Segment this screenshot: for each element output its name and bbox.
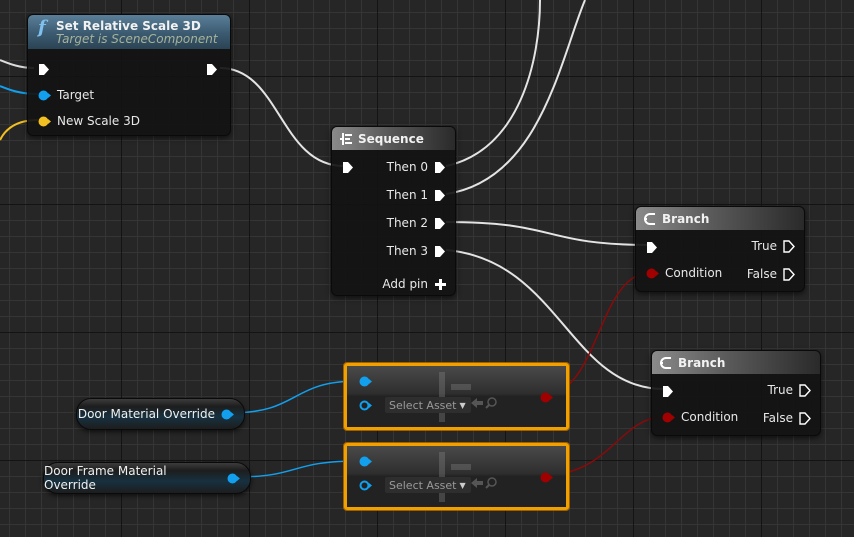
condition-pin[interactable]: Condition [646, 264, 722, 282]
node-title: Branch [678, 355, 726, 370]
exec-pin-outline-icon [783, 239, 795, 253]
pin-label: Target [57, 88, 95, 102]
asset-compare-node-2[interactable]: Select Asset ▼ [344, 443, 569, 510]
select-asset-label: Select Asset [389, 398, 457, 412]
exec-wire-then2 [445, 221, 653, 246]
bool-pin-icon[interactable] [540, 472, 553, 483]
function-icon: f [38, 17, 46, 38]
pin-label: Then 3 [386, 244, 428, 258]
node-header: Branch [652, 351, 820, 374]
exec-pin-icon [663, 385, 673, 397]
add-pin-button[interactable]: Add pin [382, 275, 446, 293]
plus-icon [435, 278, 446, 290]
node-title: Set Relative Scale 3D [56, 18, 201, 33]
exec-in-pin[interactable] [342, 158, 354, 176]
exec-pin-outline-icon [799, 383, 811, 397]
exec-in-pin[interactable] [646, 238, 658, 256]
add-pin-label: Add pin [382, 277, 428, 291]
select-asset-dropdown[interactable]: Select Asset ▼ [385, 397, 471, 413]
exec-pin-outline-icon [799, 411, 811, 425]
browse-search-icon[interactable] [485, 477, 497, 489]
use-selected-arrow-icon[interactable] [471, 397, 483, 409]
pin-label: True [767, 383, 794, 397]
object-pin-icon [38, 90, 51, 100]
node-header: f Set Relative Scale 3D Target is SceneC… [28, 15, 230, 49]
exec-in-pin[interactable] [662, 382, 674, 400]
branch-node-1[interactable]: Branch True Condition False [635, 206, 805, 292]
then-3-pin[interactable]: Then 3 [387, 242, 446, 260]
chevron-down-icon: ▼ [459, 400, 466, 410]
node-subtitle: Target is SceneComponent [56, 31, 218, 46]
exec-pin-icon [39, 63, 49, 75]
exec-pin-icon [647, 241, 657, 253]
pin-label: Then 1 [386, 188, 428, 202]
exec-pin-icon [343, 161, 353, 173]
exec-pin-outline-icon [783, 267, 795, 281]
vector-pin-icon [38, 116, 51, 126]
node-header: Branch [636, 207, 804, 230]
bool-pin-icon [662, 412, 675, 422]
branch-node-2[interactable]: Branch True Condition False [651, 350, 821, 436]
object-pin-icon[interactable] [359, 376, 372, 387]
true-pin[interactable]: True [768, 381, 812, 399]
false-pin[interactable]: False [763, 409, 811, 427]
pin-label: False [762, 411, 793, 425]
exec-pin-icon [435, 217, 445, 229]
node-title: Branch [662, 211, 710, 226]
sequence-icon [340, 132, 352, 145]
node-title: Sequence [358, 131, 424, 146]
node-header: Sequence [332, 127, 455, 150]
object-pin-icon[interactable] [221, 409, 234, 420]
object-pin-icon[interactable] [359, 456, 372, 467]
then-2-pin[interactable]: Then 2 [387, 214, 446, 232]
exec-in-pin[interactable] [38, 60, 50, 78]
pin-label: Condition [665, 266, 723, 280]
set-relative-scale-node[interactable]: f Set Relative Scale 3D Target is SceneC… [27, 14, 231, 136]
exec-pin-icon [435, 161, 445, 173]
object-pin-empty-icon[interactable] [359, 480, 372, 491]
exec-wire-then1 [445, 0, 586, 195]
new-scale-pin[interactable]: New Scale 3D [38, 112, 140, 130]
chevron-down-icon: ▼ [459, 480, 466, 490]
pin-label: New Scale 3D [57, 114, 140, 128]
then-0-pin[interactable]: Then 0 [387, 158, 446, 176]
target-pin[interactable]: Target [38, 86, 94, 104]
exec-pin-icon [435, 245, 445, 257]
then-1-pin[interactable]: Then 1 [387, 186, 446, 204]
exec-wire-scale-to-sequence [219, 67, 345, 167]
variable-label: Door Material Override [77, 407, 215, 421]
door-frame-material-override-variable[interactable]: Door Frame Material Override [43, 462, 251, 494]
asset-compare-node-1[interactable]: Select Asset ▼ [344, 363, 569, 430]
object-wire-1 [229, 380, 359, 414]
select-asset-label: Select Asset [389, 478, 457, 492]
true-pin[interactable]: True [752, 237, 796, 255]
condition-pin[interactable]: Condition [662, 408, 738, 426]
sequence-node[interactable]: Sequence Then 0 Then 1 Then 2 Then 3 Add… [331, 126, 456, 296]
branch-icon [660, 356, 671, 369]
variable-label: Door Frame Material Override [44, 464, 167, 492]
bool-pin-icon [646, 268, 659, 278]
select-asset-dropdown[interactable]: Select Asset ▼ [385, 477, 471, 493]
use-selected-arrow-icon[interactable] [471, 477, 483, 489]
pin-label: False [746, 267, 777, 281]
exec-pin-icon [435, 189, 445, 201]
pin-label: True [751, 239, 778, 253]
exec-pin-icon [207, 63, 217, 75]
browse-search-icon[interactable] [485, 397, 497, 409]
object-pin-empty-icon[interactable] [359, 400, 372, 411]
pin-label: Then 2 [386, 216, 428, 230]
door-material-override-variable[interactable]: Door Material Override [76, 398, 245, 430]
pin-label: Condition [681, 410, 739, 424]
branch-icon [644, 212, 655, 225]
bool-pin-icon[interactable] [540, 392, 553, 403]
object-wire-2 [235, 460, 359, 478]
false-pin[interactable]: False [747, 265, 795, 283]
object-pin-icon[interactable] [227, 473, 240, 484]
pin-label: Then 0 [386, 160, 428, 174]
exec-out-pin[interactable] [206, 60, 218, 78]
